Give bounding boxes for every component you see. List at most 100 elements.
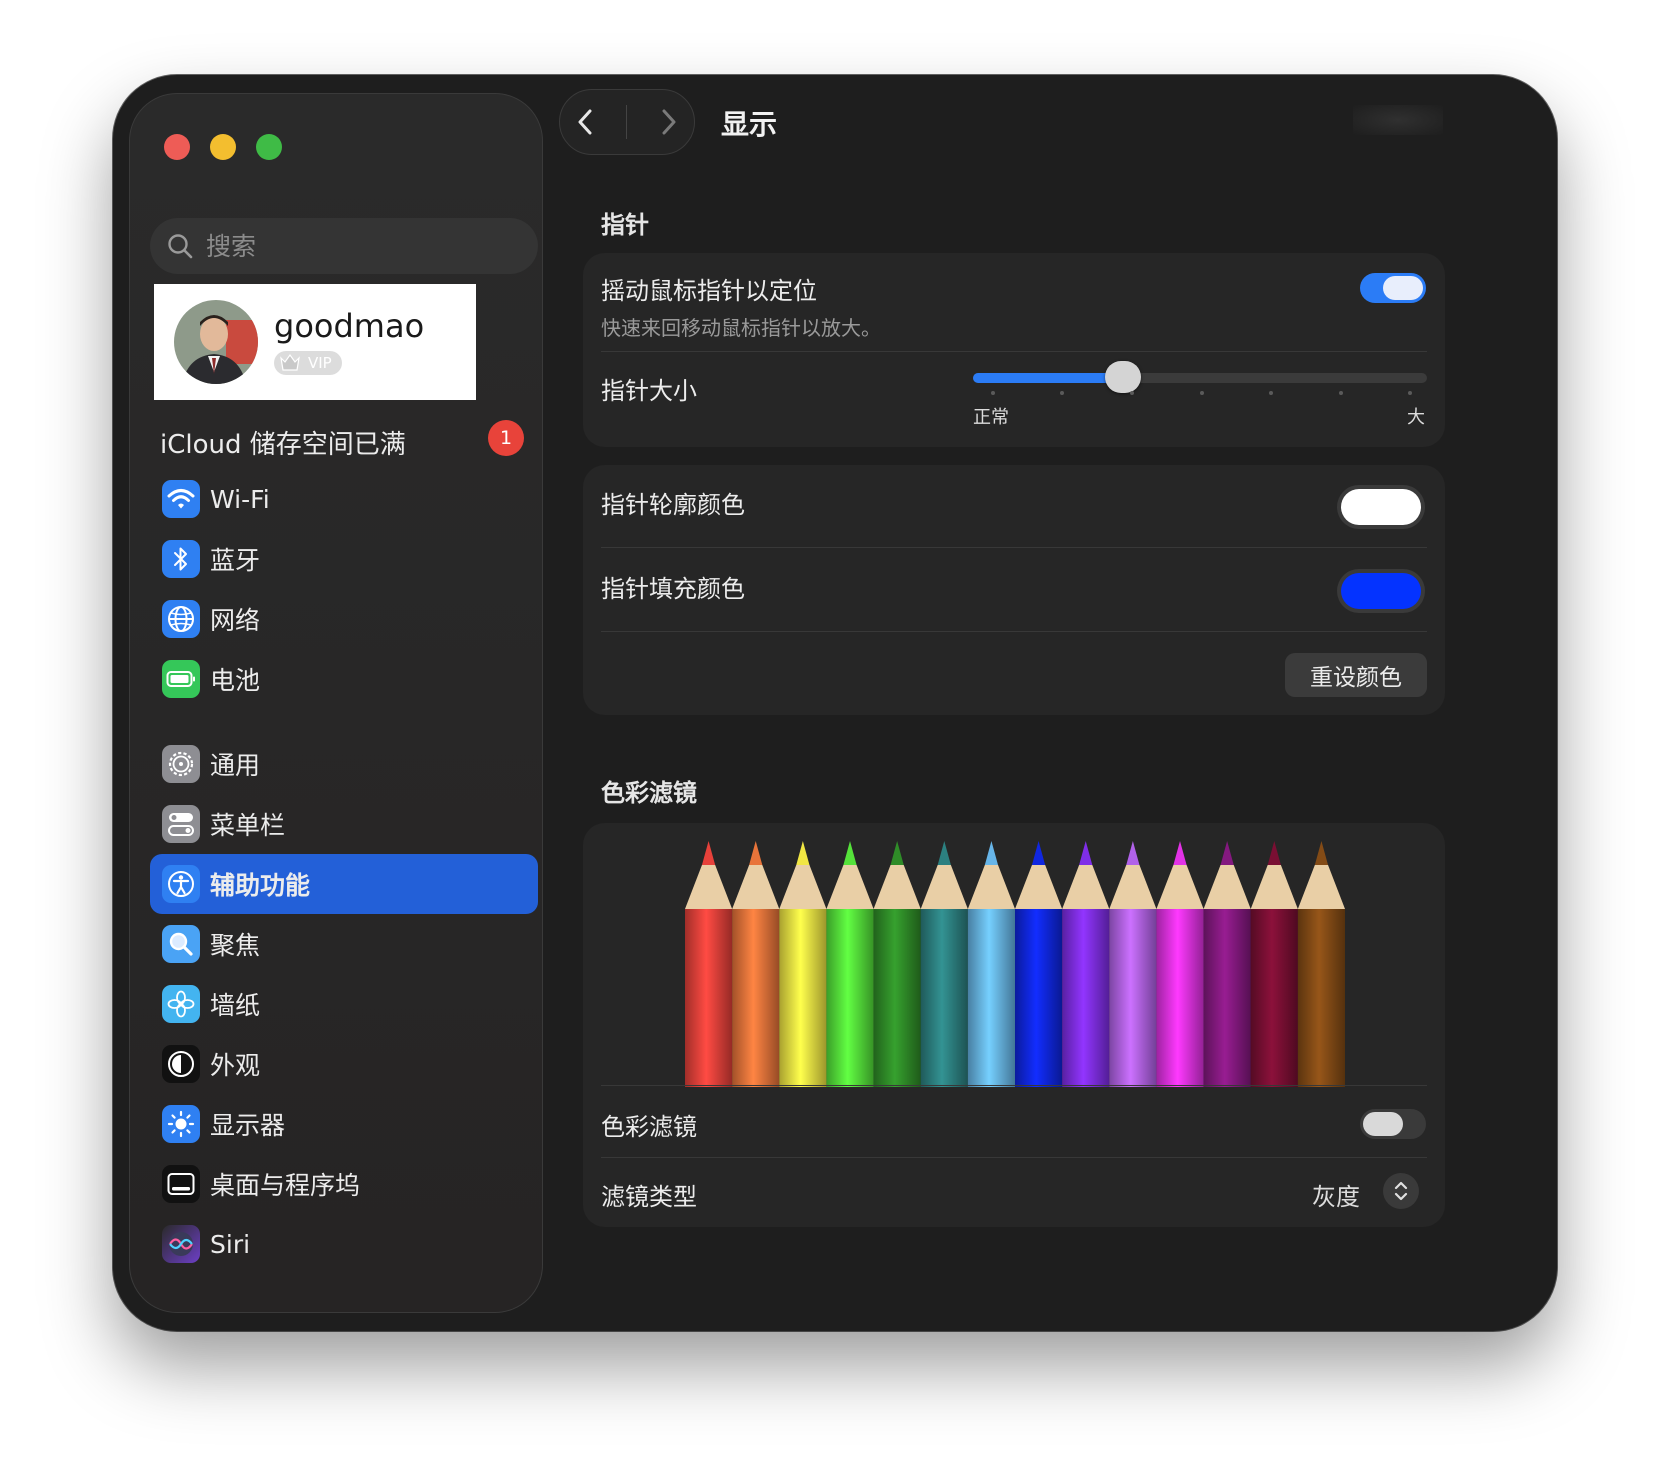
icloud-storage-item[interactable]: iCloud 储存空间已满	[160, 424, 520, 461]
sidebar-item-label: 蓝牙	[210, 546, 261, 575]
divider	[601, 547, 1427, 548]
sidebar-item-battery[interactable]: 电池	[150, 649, 538, 709]
search-input[interactable]	[204, 230, 524, 262]
pencil	[732, 841, 780, 1087]
fill-color-row: 指针填充颜色	[601, 569, 1427, 604]
search-field[interactable]	[150, 218, 538, 274]
color-filter-title: 色彩滤镜	[601, 1113, 697, 1141]
sidebar-item-label: Wi-Fi	[210, 484, 270, 514]
bluetooth-icon	[162, 540, 200, 578]
magnifier-icon	[162, 925, 200, 963]
sidebar-item-displays[interactable]: 显示器	[150, 1094, 538, 1154]
sun-icon	[162, 1105, 200, 1143]
color-pencils-preview	[685, 841, 1345, 1087]
filter-type-value: 灰度	[1312, 1183, 1360, 1211]
slider-tick	[1060, 391, 1064, 395]
back-chevron-icon[interactable]	[574, 107, 598, 137]
pencil	[685, 841, 733, 1087]
section-title-pointer: 指针	[601, 211, 649, 239]
sidebar-item-label: 显示器	[210, 1111, 286, 1140]
slider-tick	[1339, 391, 1343, 395]
color-filter-row: 色彩滤镜	[601, 1107, 1427, 1142]
sidebar-item-general[interactable]: 通用	[150, 734, 538, 794]
sidebar-item-network[interactable]: 网络	[150, 589, 538, 649]
minimize-button[interactable]	[210, 134, 236, 160]
sidebar-item-label: 网络	[210, 606, 261, 635]
slider-tick	[991, 391, 995, 395]
sidebar-item-wifi[interactable]: Wi-Fi	[150, 469, 538, 529]
divider	[601, 631, 1427, 632]
gear-icon	[162, 745, 200, 783]
toolbar-decoration	[1353, 105, 1443, 135]
slider-tick	[1130, 391, 1134, 395]
globe-icon	[162, 600, 200, 638]
pencil	[1109, 841, 1157, 1087]
appearance-icon	[162, 1045, 200, 1083]
sidebar-item-label: 聚焦	[210, 931, 261, 960]
sidebar-item-label: 菜单栏	[210, 811, 286, 840]
color-filter-group: 色彩滤镜 滤镜类型 灰度	[583, 823, 1445, 1227]
apple-account-card[interactable]: goodmao VIP	[154, 284, 476, 400]
sidebar-item-bluetooth[interactable]: 蓝牙	[150, 529, 538, 589]
menubar-icon	[162, 805, 200, 843]
dock-icon	[162, 1165, 200, 1203]
shake-to-locate-row: 摇动鼠标指针以定位 快速来回移动鼠标指针以放大。	[601, 271, 1427, 341]
sidebar-item-label: 墙纸	[210, 991, 261, 1020]
vip-label: VIP	[308, 353, 332, 372]
siri-icon	[162, 1225, 200, 1263]
fill-color-swatch	[1341, 573, 1421, 609]
outline-color-row: 指针轮廓颜色	[601, 485, 1427, 520]
sidebar-item-label: 电池	[210, 666, 261, 695]
sidebar-item-label: 辅助功能	[210, 871, 311, 900]
slider-min-label: 正常	[973, 407, 1009, 428]
navigation-buttons	[559, 89, 695, 155]
sidebar-item-desktop-dock[interactable]: 桌面与程序坞	[150, 1154, 538, 1214]
pencil	[779, 841, 827, 1087]
divider	[601, 1157, 1427, 1158]
sidebar-item-appearance[interactable]: 外观	[150, 1034, 538, 1094]
pencil	[1250, 841, 1298, 1087]
sidebar-item-label: 通用	[210, 751, 261, 780]
forward-chevron-icon[interactable]	[656, 107, 680, 137]
divider	[601, 351, 1427, 352]
up-down-chevron-icon	[1394, 1181, 1408, 1201]
sidebar-item-menubar[interactable]: 菜单栏	[150, 794, 538, 854]
shake-title: 摇动鼠标指针以定位	[601, 277, 817, 305]
pencil	[1297, 841, 1345, 1087]
close-button[interactable]	[164, 134, 190, 160]
pencil	[920, 841, 968, 1087]
pencil	[1203, 841, 1251, 1087]
slider-knob[interactable]	[1104, 361, 1141, 393]
outline-color-well[interactable]	[1337, 485, 1425, 529]
page-title: 显示	[721, 108, 778, 141]
sidebar-item-spotlight[interactable]: 聚焦	[150, 914, 538, 974]
sidebar-item-accessibility[interactable]: 辅助功能	[150, 854, 538, 914]
fill-color-title: 指针填充颜色	[601, 575, 745, 603]
profile-name: goodmao	[274, 306, 425, 345]
slider-tick	[1408, 391, 1412, 395]
sidebar-group-system: 通用 菜单栏 辅助功能 聚焦 墙纸 外观 显示器 桌面与程序坞 Siri	[150, 734, 538, 1274]
pencil	[873, 841, 921, 1087]
sidebar-item-siri[interactable]: Siri	[150, 1214, 538, 1274]
sidebar-item-label: 桌面与程序坞	[210, 1171, 361, 1200]
nav-separator	[626, 105, 628, 139]
settings-window: goodmao VIP iCloud 储存空间已满 1	[113, 75, 1557, 1331]
filter-type-popup[interactable]	[1383, 1173, 1419, 1209]
pencil	[1062, 841, 1110, 1087]
pointer-color-group: 指针轮廓颜色 指针填充颜色 重设颜色	[583, 465, 1445, 715]
sidebar-item-label: Siri	[210, 1229, 251, 1259]
zoom-button[interactable]	[256, 134, 282, 160]
notification-badge: 1	[488, 420, 524, 456]
sidebar-item-wallpaper[interactable]: 墙纸	[150, 974, 538, 1034]
reset-colors-button[interactable]: 重设颜色	[1285, 653, 1427, 697]
pointer-size-slider[interactable]	[973, 361, 1427, 395]
slider-max-label: 大	[1407, 407, 1425, 428]
shake-to-locate-toggle[interactable]	[1360, 273, 1426, 303]
slider-tick	[1269, 391, 1273, 395]
filter-type-row: 滤镜类型	[601, 1177, 1427, 1212]
pencil	[967, 841, 1015, 1087]
color-filter-toggle[interactable]	[1360, 1109, 1426, 1139]
shake-subtitle: 快速来回移动鼠标指针以放大。	[601, 316, 881, 340]
sidebar-group-connectivity: Wi-Fi 蓝牙 网络 电池	[150, 469, 538, 709]
fill-color-well[interactable]	[1337, 569, 1425, 613]
